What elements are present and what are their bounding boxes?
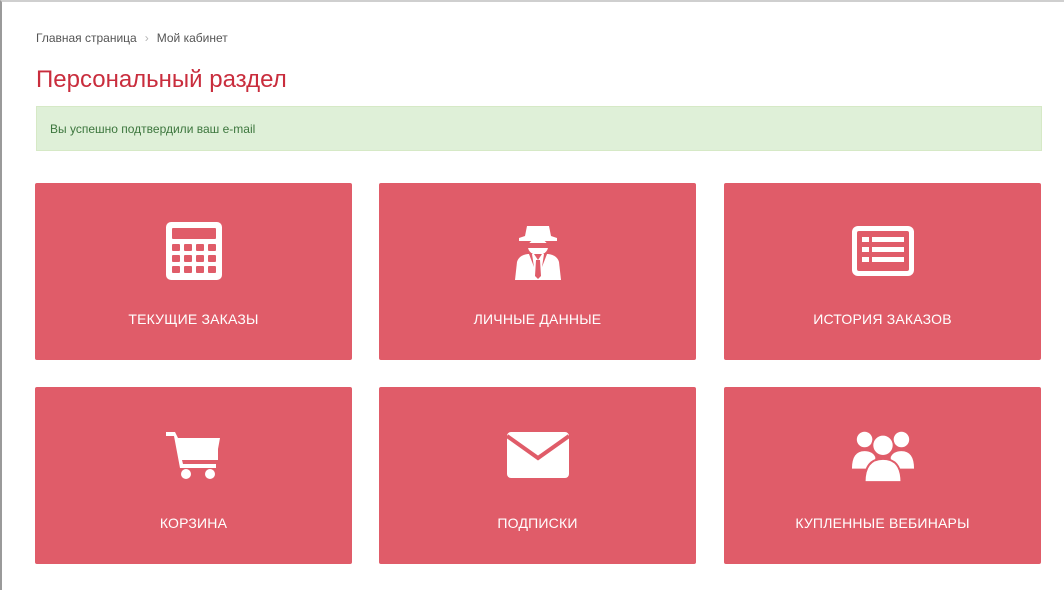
tile-subscriptions[interactable]: ПОДПИСКИ — [379, 387, 696, 564]
users-group-icon — [851, 423, 915, 487]
tile-label: ИСТОРИЯ ЗАКАЗОВ — [813, 311, 952, 327]
list-icon — [851, 219, 915, 283]
tile-personal-data[interactable]: ЛИЧНЫЕ ДАННЫЕ — [379, 183, 696, 360]
spy-agent-icon — [506, 219, 570, 283]
page-title: Персональный раздел — [36, 66, 287, 93]
breadcrumb: Главная страница › Мой кабинет — [36, 31, 228, 45]
tile-label: ЛИЧНЫЕ ДАННЫЕ — [473, 311, 602, 327]
tile-order-history[interactable]: ИСТОРИЯ ЗАКАЗОВ — [724, 183, 1041, 360]
shopping-cart-icon — [162, 423, 226, 487]
tile-current-orders[interactable]: ТЕКУЩИЕ ЗАКАЗЫ — [35, 183, 352, 360]
calculator-icon — [162, 219, 226, 283]
tile-label: КОРЗИНА — [159, 515, 228, 531]
tile-purchased-webinars[interactable]: КУПЛЕННЫЕ ВЕБИНАРЫ — [724, 387, 1041, 564]
tile-label: ТЕКУЩИЕ ЗАКАЗЫ — [128, 311, 259, 327]
tile-label: КУПЛЕННЫЕ ВЕБИНАРЫ — [795, 515, 970, 531]
success-alert: Вы успешно подтвердили ваш e-mail — [36, 106, 1042, 151]
envelope-icon — [506, 423, 570, 487]
page-frame: Главная страница › Мой кабинет Персональ… — [0, 0, 1064, 590]
breadcrumb-current: Мой кабинет — [156, 31, 228, 45]
tile-label: ПОДПИСКИ — [497, 515, 578, 531]
breadcrumb-home-link[interactable]: Главная страница — [36, 31, 137, 45]
breadcrumb-separator: › — [144, 31, 149, 45]
tile-cart[interactable]: КОРЗИНА — [35, 387, 352, 564]
success-alert-text: Вы успешно подтвердили ваш e-mail — [50, 121, 256, 136]
